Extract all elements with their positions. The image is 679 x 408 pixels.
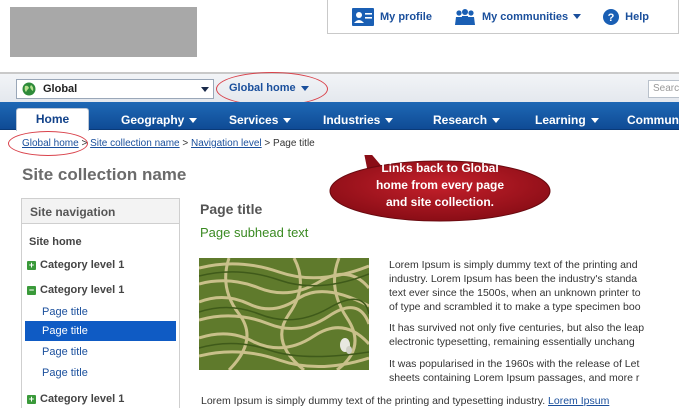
my-communities-menu[interactable]: My communities <box>454 8 582 26</box>
help-label: Help <box>625 10 649 23</box>
sidebar-item-category-3[interactable]: + Category level 1 <box>27 393 124 405</box>
breadcrumb-link-navigation-level[interactable]: Navigation level <box>191 138 262 149</box>
communities-icon <box>454 8 475 25</box>
sidebar-item-label: Category level 1 <box>40 284 125 296</box>
nav-item-label: Industries <box>323 113 381 127</box>
dropdown-arrow-icon <box>201 87 209 92</box>
maze-image <box>199 258 369 370</box>
paragraph-line: electronic typesetting, remaining essent… <box>389 336 635 348</box>
nav-item-geography[interactable]: Geography <box>121 113 198 127</box>
paragraph-line: sheets containing Lorem Ipsum passages, … <box>389 372 640 384</box>
paragraph-line: text ever since the 1500s, when an unkno… <box>389 287 641 299</box>
site-navigation-panel: Site navigation Site home + Category lev… <box>21 198 180 408</box>
help-link[interactable]: ? Help <box>603 8 649 25</box>
nav-item-learning[interactable]: Learning <box>535 113 599 127</box>
sidebar-item-category-1[interactable]: + Category level 1 <box>27 259 124 271</box>
lorem-ipsum-link[interactable]: Lorem Ipsum <box>548 395 609 407</box>
my-profile-label: My profile <box>380 10 432 23</box>
site-select-value: Global <box>43 83 78 95</box>
chevron-down-icon <box>385 117 394 123</box>
paragraph-line: It has survived not only five centuries,… <box>389 322 645 334</box>
utility-bar: My profile My communities ? Help <box>327 0 679 34</box>
nav-item-industries[interactable]: Industries <box>323 113 394 127</box>
main-navigation: Home Geography Services Industries Resea… <box>0 102 679 131</box>
sidebar-page-link[interactable]: Page title <box>42 306 88 318</box>
content-subhead: Page subhead text <box>200 225 309 240</box>
callout-line: Links back to Global <box>381 161 499 175</box>
svg-text:?: ? <box>608 12 615 24</box>
chevron-down-icon <box>189 117 198 123</box>
site-select-dropdown[interactable]: Global <box>16 79 214 99</box>
breadcrumb-separator: > <box>264 138 271 149</box>
sidebar-item-label: Category level 1 <box>40 393 125 405</box>
nav-item-label: Services <box>229 113 279 127</box>
my-communities-label: My communities <box>481 10 569 23</box>
collapse-minus-icon[interactable]: − <box>27 285 36 295</box>
callout-text: Links back to Global home from every pag… <box>342 160 538 211</box>
chevron-down-icon <box>573 14 582 19</box>
site-selector-row: Global Global home <box>0 74 679 102</box>
content-paragraph-2: It has survived not only five centuries,… <box>389 321 679 349</box>
breadcrumb-separator: > <box>182 138 189 149</box>
my-profile-link[interactable]: My profile <box>352 7 432 26</box>
expand-plus-icon[interactable]: + <box>27 260 36 270</box>
nav-item-label: Research <box>433 113 488 127</box>
sidebar-item-site-home[interactable]: Site home <box>29 236 82 248</box>
paragraph-text: Lorem Ipsum is simply dummy text of the … <box>201 395 546 407</box>
page-title: Site collection name <box>22 165 187 184</box>
sidebar-page-link[interactable]: Page title <box>42 367 88 379</box>
chevron-down-icon <box>590 117 599 123</box>
callout-line: home from every page <box>375 178 505 192</box>
breadcrumb-link-site-collection[interactable]: Site collection name <box>90 138 180 149</box>
globe-icon <box>22 82 36 96</box>
expand-plus-icon[interactable]: + <box>27 394 36 404</box>
help-icon: ? <box>603 8 620 25</box>
paragraph-line: Lorem Ipsum is simply dummy text of the … <box>389 259 638 271</box>
paragraph-line: of type and scrambled it to make a type … <box>389 301 641 313</box>
tab-home[interactable]: Home <box>16 108 89 131</box>
callout-line: and site collection. <box>385 195 495 209</box>
sidebar-page-link-selected[interactable]: Page title <box>25 321 176 341</box>
sidebar-page-link[interactable]: Page title <box>42 346 88 358</box>
nav-item-label: Learning <box>535 113 586 127</box>
nav-item-label: Communities <box>627 113 679 127</box>
nav-item-research[interactable]: Research <box>433 113 501 127</box>
profile-icon <box>352 7 374 26</box>
logo-placeholder <box>10 7 197 57</box>
site-navigation-header: Site navigation <box>22 199 179 224</box>
sidebar-item-category-2[interactable]: − Category level 1 <box>27 284 124 296</box>
content-paragraph-3: It was popularised in the 1960s with the… <box>389 357 679 385</box>
sidebar-item-label: Site home <box>29 236 82 248</box>
highlight-oval-global-home <box>216 72 328 106</box>
chevron-down-icon <box>492 117 501 123</box>
search-input[interactable]: Search <box>648 80 679 98</box>
nav-item-services[interactable]: Services <box>229 113 292 127</box>
paragraph-line: It was popularised in the 1960s with the… <box>389 358 640 370</box>
sidebar-item-label: Category level 1 <box>40 259 125 271</box>
content-paragraph-4: Lorem Ipsum is simply dummy text of the … <box>201 394 679 408</box>
nav-item-label: Geography <box>121 113 185 127</box>
nav-item-communities[interactable]: Communities <box>627 113 679 127</box>
content-paragraph-1: Lorem Ipsum is simply dummy text of the … <box>389 258 679 314</box>
breadcrumb-current: Page title <box>273 138 315 149</box>
content-page-title: Page title <box>200 201 263 217</box>
chevron-down-icon <box>283 117 292 123</box>
paragraph-line: industry. Lorem Ipsum has been the indus… <box>389 273 638 285</box>
highlight-oval-breadcrumb <box>8 131 88 156</box>
